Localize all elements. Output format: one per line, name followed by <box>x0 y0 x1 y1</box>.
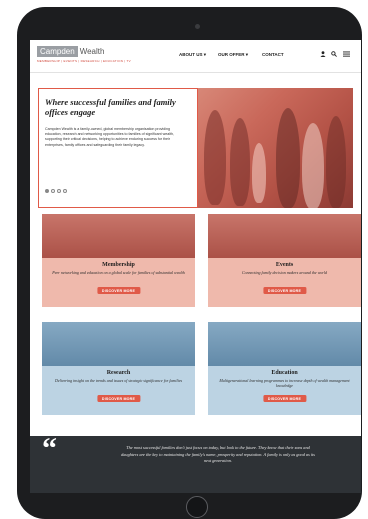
education-photo <box>208 322 361 370</box>
tile-title: Education <box>271 370 298 376</box>
quote-section: “ The most successful families don't jus… <box>30 432 361 493</box>
nav-our-offer[interactable]: OUR OFFER ▾ <box>218 52 248 58</box>
home-button[interactable] <box>186 496 208 518</box>
hero-title: Where successful families and family off… <box>45 97 176 117</box>
tile-education[interactable]: Education Multigenerational learning pro… <box>208 322 361 415</box>
hero-section: Where successful families and family off… <box>30 73 361 227</box>
carousel-dot-2[interactable] <box>51 189 55 193</box>
hero-body: Campden Wealth is a family-owned, global… <box>45 127 175 147</box>
tile-title: Events <box>275 262 294 268</box>
logo-tagline: MEMBERSHIP | EVENTS | RESEARCH | EDUCATI… <box>37 59 131 63</box>
logo[interactable]: Campden Wealth <box>37 46 104 57</box>
tile-membership[interactable]: Membership Peer networking and education… <box>42 214 195 307</box>
logo-left: Campden <box>37 46 78 57</box>
tile-description: Multigenerational learning programmes to… <box>219 378 350 388</box>
quote-mark-icon: “ <box>42 432 57 465</box>
membership-photo <box>42 214 195 262</box>
discover-more-button[interactable]: DISCOVER MORE <box>96 287 141 294</box>
carousel-dot-1[interactable] <box>45 189 49 193</box>
quote-text: The most successful families don't just … <box>121 445 315 463</box>
tile-panel: Membership Peer networking and education… <box>42 258 195 307</box>
website-screen: Campden Wealth MEMBERSHIP | EVENTS | RES… <box>30 40 361 493</box>
discover-more-button[interactable]: DISCOVER MORE <box>96 395 141 402</box>
tile-panel: Education Multigenerational learning pro… <box>208 366 361 415</box>
carousel-dots <box>45 189 67 193</box>
hero-card: Where successful families and family off… <box>38 88 198 208</box>
discover-more-button[interactable]: DISCOVER MORE <box>262 395 307 402</box>
tile-research[interactable]: Research Delivering insight on the trend… <box>42 322 195 415</box>
tile-panel: Events Connecting family decision makers… <box>208 258 361 307</box>
tile-description: Delivering insight on the trends and iss… <box>54 378 183 383</box>
tile-title: Membership <box>102 262 135 268</box>
tile-title: Research <box>106 370 131 376</box>
search-icon[interactable] <box>331 51 337 59</box>
logo-right: Wealth <box>79 47 105 56</box>
camera-icon <box>195 24 200 29</box>
carousel-dot-3[interactable] <box>57 189 61 193</box>
hero-family-photo <box>190 88 353 208</box>
events-photo <box>208 214 361 262</box>
site-header: Campden Wealth MEMBERSHIP | EVENTS | RES… <box>30 40 361 72</box>
nav-about-us[interactable]: ABOUT US ▾ <box>179 52 206 58</box>
nav-contact[interactable]: CONTACT <box>262 52 284 57</box>
discover-more-button[interactable]: DISCOVER MORE <box>262 287 307 294</box>
tile-events[interactable]: Events Connecting family decision makers… <box>208 214 361 307</box>
tile-description: Peer networking and education on a globa… <box>52 270 185 275</box>
tile-description: Connecting family decision makers around… <box>242 270 327 275</box>
carousel-dot-4[interactable] <box>63 189 67 193</box>
user-icon[interactable] <box>320 51 326 59</box>
research-photo <box>42 322 195 370</box>
menu-icon[interactable] <box>343 51 350 59</box>
tile-panel: Research Delivering insight on the trend… <box>42 366 195 415</box>
